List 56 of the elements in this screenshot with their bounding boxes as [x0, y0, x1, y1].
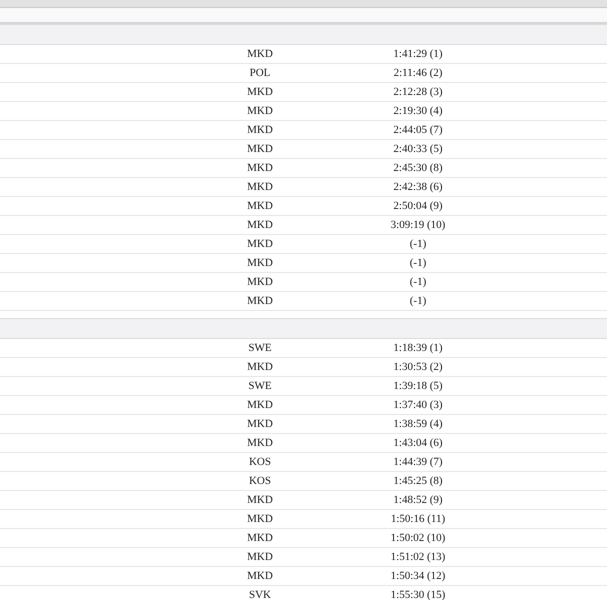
country-cell: MKD — [247, 276, 273, 288]
time-cell: (-1) — [410, 238, 426, 250]
time-cell: 1:39:18 (5) — [393, 380, 443, 392]
country-cell: MKD — [247, 238, 273, 250]
time-cell: 2:12:28 (3) — [393, 86, 443, 98]
country-cell: MKD — [247, 570, 273, 582]
time-cell: 1:38:59 (4) — [393, 418, 443, 430]
time-cell: 1:48:52 (9) — [393, 494, 443, 506]
time-cell: 2:11:46 (2) — [394, 67, 442, 79]
time-cell: 1:37:40 (3) — [393, 399, 443, 411]
country-cell: MKD — [247, 200, 273, 212]
country-cell: MKD — [247, 399, 273, 411]
time-cell: 1:43:04 (6) — [393, 437, 443, 449]
time-cell: (-1) — [410, 295, 426, 307]
country-cell: MKD — [247, 418, 273, 430]
country-cell: MKD — [247, 494, 273, 506]
time-cell: 1:30:53 (2) — [393, 361, 443, 373]
time-cell: 2:19:30 (4) — [393, 105, 443, 117]
time-cell: 1:50:16 (11) — [390, 513, 446, 525]
country-cell: MKD — [247, 361, 273, 373]
country-cell: MKD — [247, 437, 273, 449]
time-cell: 1:50:02 (10) — [390, 532, 446, 544]
time-cell: 1:51:02 (13) — [390, 551, 446, 563]
country-cell: MKD — [247, 181, 273, 193]
country-cell: MKD — [247, 48, 273, 60]
country-cell: MKD — [247, 124, 273, 136]
time-cell: 1:50:34 (12) — [390, 570, 446, 582]
country-cell: MKD — [247, 295, 273, 307]
country-cell: MKD — [247, 513, 273, 525]
country-cell: MKD — [247, 532, 273, 544]
country-cell: MKD — [247, 86, 273, 98]
time-cell: 1:55:30 (15) — [390, 589, 446, 600]
time-cell: 2:42:38 (6) — [393, 181, 443, 193]
time-cell: (-1) — [410, 257, 426, 269]
country-cell: SVK — [248, 589, 271, 600]
country-cell: KOS — [248, 456, 271, 468]
country-cell: MKD — [247, 143, 273, 155]
time-cell: 1:18:39 (1) — [393, 342, 443, 354]
country-cell: SWE — [248, 342, 272, 354]
country-cell: MKD — [247, 551, 273, 563]
time-cell: 2:45:30 (8) — [393, 162, 443, 174]
country-cell: KOS — [248, 475, 271, 487]
time-cell: 3:09:19 (10) — [390, 219, 446, 231]
time-cell: 2:44:05 (7) — [393, 124, 443, 136]
country-cell: MKD — [247, 105, 273, 117]
time-cell: 1:41:29 (1) — [393, 48, 443, 60]
country-cell: POL — [250, 67, 270, 79]
time-cell: 1:45:25 (8) — [393, 475, 443, 487]
time-cell: 1:44:39 (7) — [393, 456, 443, 468]
country-cell: SWE — [248, 380, 272, 392]
country-cell: MKD — [247, 162, 273, 174]
country-cell: MKD — [247, 257, 273, 269]
country-cell: MKD — [247, 219, 273, 231]
time-cell: 2:50:04 (9) — [393, 200, 443, 212]
time-cell: 2:40:33 (5) — [393, 143, 443, 155]
time-cell: (-1) — [410, 276, 426, 288]
